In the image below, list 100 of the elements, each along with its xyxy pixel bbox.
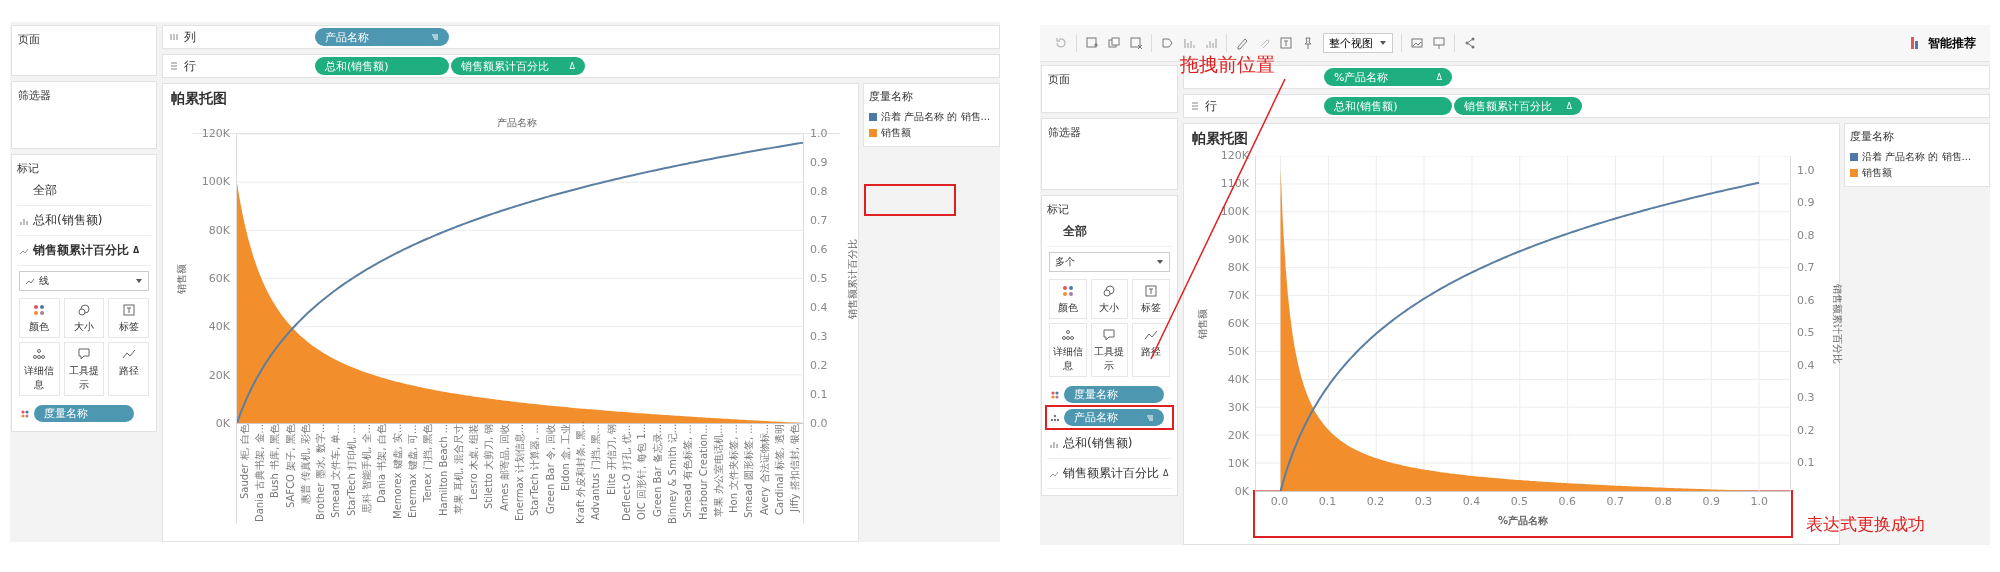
mark-type-dropdown[interactable]: 多个 bbox=[1049, 252, 1170, 272]
axis-tick-label: 0.4 bbox=[1797, 359, 1815, 372]
category-label: Advantus 门挡, 黑... bbox=[589, 424, 603, 522]
pane-title: 筛选器 bbox=[18, 88, 51, 103]
marks-tab[interactable]: 全部 bbox=[1047, 217, 1172, 247]
axis-tick-label: 100K bbox=[201, 176, 230, 189]
category-label: SAFCO 架子, 黑色 bbox=[283, 424, 297, 510]
label-button[interactable]: 标签 bbox=[108, 298, 149, 338]
pen-icon[interactable] bbox=[1235, 36, 1249, 50]
marks-tab[interactable]: 销售额累计百分比 Δ bbox=[1047, 459, 1172, 489]
axis-tick-label: 0.7 bbox=[1606, 495, 1625, 508]
tooltip-button[interactable]: 工具提示 bbox=[63, 342, 105, 396]
presentation-icon[interactable] bbox=[1432, 36, 1446, 50]
annotation-text: 拖拽前位置 bbox=[1180, 52, 1275, 77]
marks-tab[interactable]: 全部 bbox=[17, 176, 151, 206]
mark-type-dropdown[interactable]: 线 bbox=[19, 271, 149, 291]
color-button[interactable]: 颜色 bbox=[1049, 279, 1087, 319]
axis-tick-label: 40K bbox=[208, 321, 230, 334]
detail-button[interactable]: 详细信息 bbox=[1049, 323, 1087, 377]
clear-sheet-icon[interactable] bbox=[1129, 36, 1143, 50]
axis-title: 销售额累计百分比 bbox=[1831, 284, 1844, 364]
marks-tab[interactable]: 总和(销售额) bbox=[1047, 429, 1172, 459]
circles-icon bbox=[77, 303, 91, 317]
category-label: Jiffy 搭扣信封, 银色 bbox=[788, 424, 802, 515]
category-label: Green Bar 备忘录... bbox=[650, 424, 664, 520]
axis-tick-label: 0.6 bbox=[1558, 495, 1577, 508]
category-label: StarTech 计算器, ... bbox=[528, 424, 542, 518]
columns-icon bbox=[169, 32, 179, 42]
axis-tick-label: 70K bbox=[1227, 290, 1249, 302]
category-label: 苹果 耳机, 混合尺寸 bbox=[451, 424, 465, 516]
shelf-label: 行 bbox=[1205, 97, 1217, 115]
axis-tick-label: 0.4 bbox=[1462, 495, 1481, 508]
chart-title: 帕累托图 bbox=[1192, 130, 1248, 148]
size-button[interactable]: 大小 bbox=[1090, 279, 1129, 319]
share-icon[interactable] bbox=[1463, 36, 1477, 50]
pane-title: 标记 bbox=[1047, 202, 1069, 217]
category-label: Smead 圆形标签, ... bbox=[742, 424, 756, 520]
category-label: Avery 合法证物标... bbox=[757, 424, 771, 518]
undo-icon[interactable] bbox=[1054, 36, 1068, 50]
chart-title: 帕累托图 bbox=[171, 90, 227, 108]
axis-title: 销售额 bbox=[1196, 309, 1209, 339]
axis-tick-label: 0.9 bbox=[1702, 495, 1720, 508]
axis-tick-label: 0.6 bbox=[1797, 294, 1815, 307]
color-dots-icon bbox=[32, 303, 47, 317]
axis-tick-label: 60K bbox=[1227, 318, 1249, 330]
recommend-icon bbox=[1910, 36, 1920, 50]
text-box-icon[interactable] bbox=[1279, 36, 1293, 50]
axis-tick-label: 10K bbox=[1227, 458, 1249, 470]
path-button[interactable]: 路径 bbox=[108, 342, 149, 396]
axis-tick-label: 0.5 bbox=[1797, 327, 1815, 340]
axis-tick-label: 0.1 bbox=[1318, 495, 1337, 508]
sort-ascending-icon[interactable] bbox=[1182, 36, 1196, 50]
category-label: Enermax 键盘, 可... bbox=[405, 424, 419, 520]
category-label: Harbour Creation... bbox=[696, 424, 710, 522]
caret-icon bbox=[1156, 258, 1164, 266]
axis-tick-label: 50K bbox=[1227, 346, 1249, 358]
axis-title: %产品名称 bbox=[1498, 514, 1548, 528]
axis-title: 产品名称 bbox=[496, 116, 537, 130]
pane-title: 页面 bbox=[1048, 72, 1070, 87]
size-button[interactable]: 大小 bbox=[63, 298, 105, 338]
axis-tick-label: 100K bbox=[1220, 206, 1249, 218]
color-button[interactable]: 颜色 bbox=[19, 298, 60, 338]
marks-tab[interactable]: 销售额累计百分比 Δ bbox=[17, 236, 151, 266]
axis-tick-label: 0.3 bbox=[810, 331, 828, 343]
color-dots-icon bbox=[1050, 389, 1060, 400]
axis-tick-label: 0.9 bbox=[1797, 197, 1815, 210]
detail-button[interactable]: 详细信息 bbox=[19, 342, 60, 396]
shelf-label: 列 bbox=[184, 28, 196, 46]
category-label: Hon 文件夹标签, ... bbox=[727, 424, 741, 516]
show-me-button[interactable]: 智能推荐 bbox=[1928, 34, 1976, 52]
category-label: Deflect-O 打孔, 优... bbox=[620, 424, 634, 523]
view-dropdown[interactable]: 整个视图 bbox=[1323, 33, 1393, 53]
category-label: Dania 书架, 白色 bbox=[375, 424, 389, 505]
rows-icon bbox=[1190, 101, 1200, 111]
duplicate-icon[interactable] bbox=[1107, 36, 1121, 50]
line-chart-icon bbox=[25, 276, 35, 286]
axis-tick-label: 1.0 bbox=[1797, 165, 1815, 177]
caret-icon bbox=[135, 277, 143, 285]
image-icon[interactable] bbox=[1410, 36, 1424, 50]
axis-tick-label: 20K bbox=[1227, 430, 1249, 442]
legend-label: 沿着 产品名称 的 销售... bbox=[1862, 150, 1972, 164]
category-label: Eldon 盒, 工业 bbox=[558, 424, 572, 494]
axis-tick-label: 0.7 bbox=[1797, 262, 1815, 275]
marks-tab[interactable]: 总和(销售额) bbox=[17, 206, 151, 236]
axis-tick-label: 80K bbox=[1227, 262, 1249, 274]
add-sheet-icon[interactable] bbox=[1085, 36, 1099, 50]
category-label: OIC 回形针, 每包 1... bbox=[635, 424, 649, 523]
category-label: Enermax 计划信息... bbox=[513, 424, 526, 524]
category-label: Lesro 木桌, 组装 bbox=[467, 424, 481, 503]
category-label: Bush 书库, 黑色 bbox=[268, 424, 282, 501]
category-label: Cardinal 标签, 透明 bbox=[773, 424, 787, 517]
axis-tick-label: 0.1 bbox=[810, 389, 828, 401]
axis-tick-label: 0.5 bbox=[1510, 495, 1529, 508]
circles-icon bbox=[1102, 284, 1117, 298]
sort-descending-icon[interactable] bbox=[1204, 36, 1218, 50]
label-button[interactable]: 标签 bbox=[1132, 279, 1170, 319]
tooltip-button[interactable]: 工具提示 bbox=[1090, 323, 1129, 377]
axis-tick-label: 0.4 bbox=[810, 302, 828, 314]
axis-tick-label: 20K bbox=[208, 369, 230, 382]
axis-tick-label: 0.6 bbox=[810, 244, 828, 256]
